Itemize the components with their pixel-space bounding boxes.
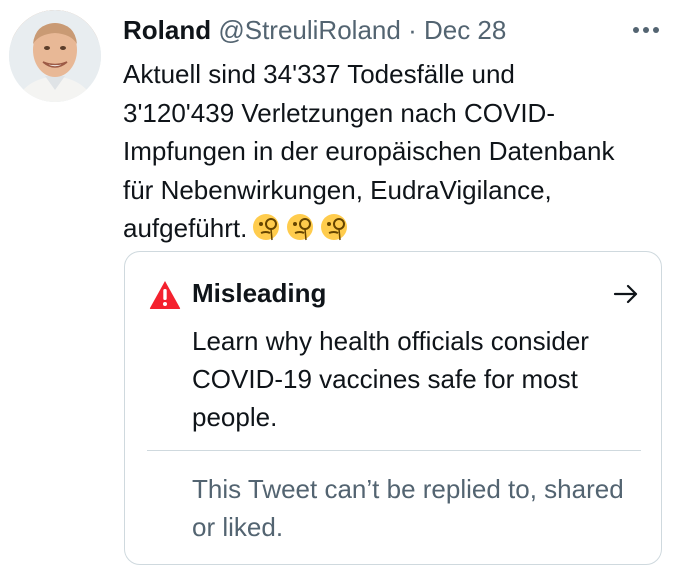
misleading-title: Misleading [192,278,327,308]
card-divider [147,450,641,451]
misleading-card[interactable]: Misleading Learn why health officials co… [124,251,662,565]
author-name[interactable]: Roland [123,15,211,45]
author-handle[interactable]: @StreuliRoland [218,15,400,45]
misleading-body: Learn why health officials consider COVI… [192,326,589,432]
more-horizontal-icon[interactable] [628,14,664,46]
tweet-body: Aktuell sind 34'337 Todesfälle und 3'120… [123,59,615,243]
face-with-monocle-icon [251,212,281,242]
arrow-right-icon[interactable] [612,280,640,308]
tweet-header: Roland @StreuliRoland · Dec 28 [123,14,506,46]
header-separator: · [408,15,417,45]
warning-icon [149,280,181,310]
face-with-monocle-icon [319,212,349,242]
tweet-text: Aktuell sind 34'337 Todesfälle und 3'120… [123,55,668,248]
reply-restriction-notice: This Tweet can’t be replied to, shared o… [192,474,624,542]
face-with-monocle-icon [285,212,315,242]
avatar[interactable] [9,10,101,102]
tweet-date[interactable]: Dec 28 [424,15,506,45]
